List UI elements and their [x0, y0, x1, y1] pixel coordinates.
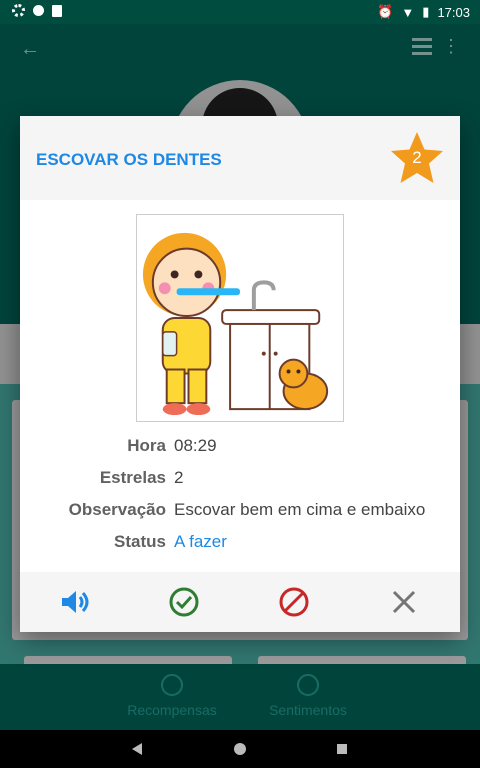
task-details: Hora 08:29 Estrelas 2 Observação Escovar… — [20, 432, 460, 560]
dialog-header: ESCOVAR OS DENTES 2 — [20, 116, 460, 200]
block-icon[interactable] — [278, 586, 310, 618]
detail-value: 08:29 — [174, 436, 217, 455]
sync-icon — [33, 5, 44, 16]
dialog-title: ESCOVAR OS DENTES — [36, 150, 222, 169]
close-icon[interactable] — [388, 586, 420, 618]
system-back-icon[interactable] — [132, 743, 142, 755]
settings-icon — [12, 4, 25, 17]
detail-label: Observação — [68, 500, 166, 519]
detail-row-hora: Hora 08:29 — [20, 432, 460, 464]
check-circle-icon[interactable] — [168, 586, 200, 618]
status-value: A fazer — [174, 532, 227, 551]
detail-value: 2 — [174, 468, 184, 487]
dialog-actions — [20, 572, 460, 632]
detail-label: Status — [114, 532, 166, 551]
speaker-icon[interactable] — [58, 586, 90, 618]
star-count: 2 — [412, 148, 422, 167]
detail-row-estrelas: Estrelas 2 — [20, 464, 460, 496]
system-recents-icon[interactable] — [337, 744, 347, 754]
alarm-icon: ⏰ — [377, 4, 394, 19]
system-nav-bar — [0, 730, 480, 768]
system-home-icon[interactable] — [234, 743, 246, 755]
task-dialog: ESCOVAR OS DENTES 2 Hora 08:29 Estrelas … — [20, 116, 460, 632]
star-badge: 2 — [388, 130, 446, 186]
sd-card-icon — [52, 4, 62, 17]
status-bar: ⏰ ▼ ▮ 17:03 — [0, 0, 480, 24]
detail-row-status: Status A fazer — [20, 528, 460, 560]
detail-label: Estrelas — [99, 468, 166, 487]
detail-row-observacao: Observação Escovar bem em cima e embaixo — [20, 496, 460, 528]
detail-label: Hora — [127, 436, 166, 455]
clock: 17:03 — [437, 4, 470, 20]
wifi-icon: ▼ — [401, 4, 415, 20]
detail-value: Escovar bem em cima e embaixo — [174, 500, 426, 519]
task-illustration — [136, 214, 344, 422]
battery-icon: ▮ — [422, 4, 430, 19]
